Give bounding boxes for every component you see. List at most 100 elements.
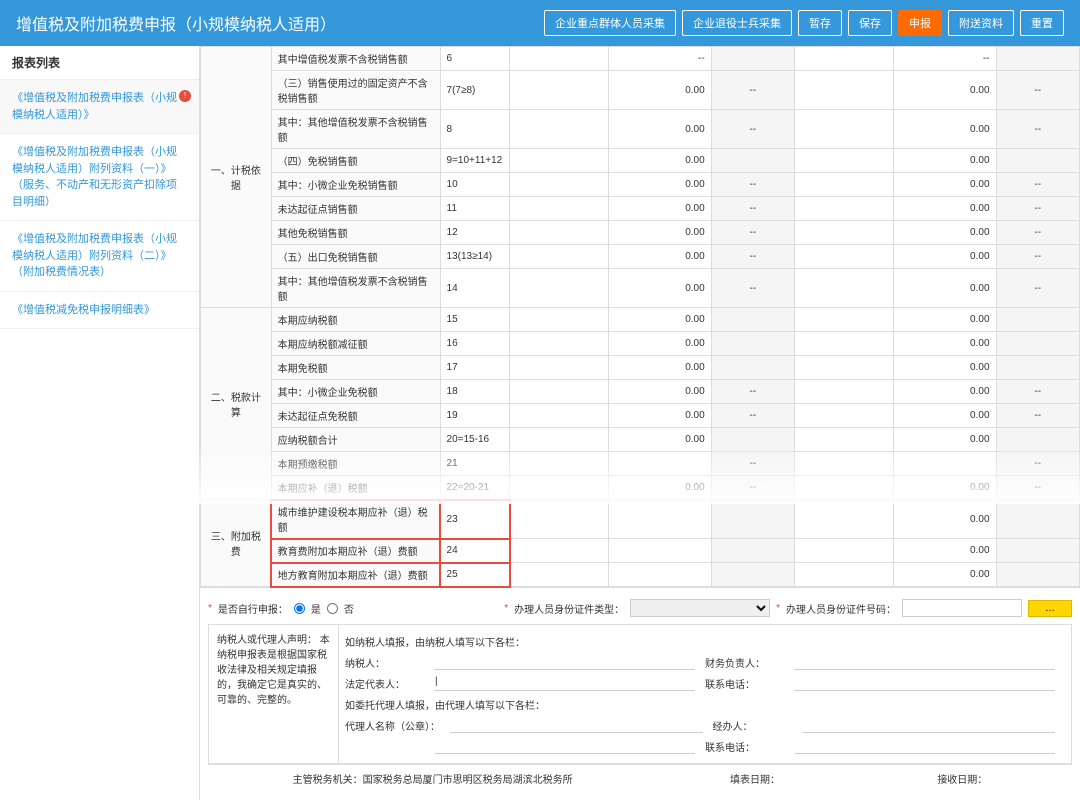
value-cell[interactable]: 0.00 [609, 110, 712, 149]
value-cell[interactable] [795, 428, 894, 452]
value-cell[interactable] [510, 500, 609, 539]
value-cell[interactable] [795, 173, 894, 197]
value-cell[interactable]: 0.00 [609, 404, 712, 428]
value-cell[interactable]: 0.00 [893, 149, 996, 173]
sidebar: 报表列表 《增值税及附加税费申报表（小规模纳税人适用）》! 《增值税及附加税费申… [0, 46, 200, 800]
value-cell[interactable] [795, 269, 894, 308]
value-cell[interactable] [510, 332, 609, 356]
value-cell[interactable]: 0.00 [609, 380, 712, 404]
value-cell[interactable] [795, 452, 894, 476]
radio-yes[interactable] [294, 603, 305, 614]
value-cell[interactable] [510, 269, 609, 308]
value-cell[interactable]: 0.00 [893, 356, 996, 380]
value-cell[interactable] [510, 221, 609, 245]
sidebar-item-att2[interactable]: 《增值税及附加税费申报表（小规模纳税人适用）附列资料（二）》（附加税费情况表） [0, 221, 199, 292]
value-cell[interactable]: 0.00 [893, 476, 996, 500]
value-cell[interactable]: 0.00 [609, 308, 712, 332]
value-cell[interactable] [795, 71, 894, 110]
value-cell[interactable] [795, 563, 894, 587]
value-cell[interactable]: 0.00 [893, 539, 996, 563]
value-cell[interactable] [795, 404, 894, 428]
value-cell[interactable] [510, 539, 609, 563]
value-cell[interactable]: 0.00 [609, 332, 712, 356]
value-cell[interactable] [510, 356, 609, 380]
value-cell[interactable]: 0.00 [893, 71, 996, 110]
value-cell[interactable]: 0.00 [609, 197, 712, 221]
value-cell[interactable] [795, 380, 894, 404]
value-cell[interactable] [510, 476, 609, 500]
value-cell[interactable] [795, 245, 894, 269]
value-cell[interactable]: 0.00 [609, 173, 712, 197]
value-cell[interactable] [609, 452, 712, 476]
value-cell[interactable] [795, 47, 894, 71]
dash-cell: -- [996, 197, 1079, 221]
value-cell[interactable]: 0.00 [609, 428, 712, 452]
value-cell[interactable]: 0.00 [893, 332, 996, 356]
value-cell[interactable]: 0.00 [609, 476, 712, 500]
btn-reset[interactable]: 重置 [1020, 10, 1064, 36]
btn-stash[interactable]: 暂存 [798, 10, 842, 36]
value-cell[interactable]: 0.00 [893, 404, 996, 428]
value-cell[interactable] [510, 47, 609, 71]
value-cell[interactable] [795, 110, 894, 149]
value-cell[interactable]: -- [609, 47, 712, 71]
value-cell[interactable]: 0.00 [893, 428, 996, 452]
value-cell[interactable]: 0.00 [893, 197, 996, 221]
value-cell[interactable]: -- [893, 47, 996, 71]
value-cell[interactable] [609, 500, 712, 539]
value-cell[interactable] [510, 197, 609, 221]
value-cell[interactable] [510, 308, 609, 332]
value-cell[interactable]: 0.00 [893, 308, 996, 332]
value-cell[interactable] [510, 71, 609, 110]
sidebar-item-att1[interactable]: 《增值税及附加税费申报表（小规模纳税人适用）附列资料（一）》（服务、不动产和无形… [0, 134, 199, 221]
value-cell[interactable] [609, 563, 712, 587]
value-cell[interactable]: 0.00 [893, 500, 996, 539]
value-cell[interactable]: 0.00 [609, 245, 712, 269]
value-cell[interactable] [609, 539, 712, 563]
lookup-button[interactable]: … [1028, 600, 1072, 617]
value-cell[interactable]: 0.00 [893, 173, 996, 197]
btn-group-collect[interactable]: 企业重点群体人员采集 [544, 10, 676, 36]
handler-type-select[interactable] [630, 599, 770, 617]
btn-save[interactable]: 保存 [848, 10, 892, 36]
value-cell[interactable] [795, 539, 894, 563]
value-cell[interactable] [893, 452, 996, 476]
value-cell[interactable] [795, 149, 894, 173]
btn-submit[interactable]: 申报 [898, 10, 942, 36]
value-cell[interactable] [795, 332, 894, 356]
value-cell[interactable] [510, 404, 609, 428]
value-cell[interactable] [510, 380, 609, 404]
value-cell[interactable]: 0.00 [893, 245, 996, 269]
value-cell[interactable] [795, 500, 894, 539]
value-cell[interactable]: 0.00 [893, 221, 996, 245]
value-cell[interactable]: 0.00 [609, 221, 712, 245]
value-cell[interactable]: 0.00 [609, 149, 712, 173]
value-cell[interactable] [510, 110, 609, 149]
value-cell[interactable] [510, 173, 609, 197]
sidebar-item-exempt[interactable]: 《增值税减免税申报明细表》 [0, 292, 199, 330]
value-cell[interactable] [795, 197, 894, 221]
value-cell[interactable]: 0.00 [609, 71, 712, 110]
value-cell[interactable]: 0.00 [893, 563, 996, 587]
value-cell[interactable] [510, 428, 609, 452]
handler-id-input[interactable] [902, 599, 1022, 617]
value-cell[interactable] [510, 149, 609, 173]
btn-veteran-collect[interactable]: 企业退役士兵采集 [682, 10, 792, 36]
value-cell[interactable] [510, 452, 609, 476]
dash-cell: -- [996, 71, 1079, 110]
value-cell[interactable] [795, 356, 894, 380]
value-cell[interactable]: 0.00 [893, 110, 996, 149]
value-cell[interactable] [795, 308, 894, 332]
value-cell[interactable]: 0.00 [893, 380, 996, 404]
row-label: 本期预缴税额 [271, 452, 440, 476]
sidebar-item-main-form[interactable]: 《增值税及附加税费申报表（小规模纳税人适用）》! [0, 80, 199, 134]
radio-no[interactable] [327, 603, 338, 614]
value-cell[interactable]: 0.00 [609, 356, 712, 380]
value-cell[interactable] [510, 563, 609, 587]
btn-attachments[interactable]: 附送资料 [948, 10, 1014, 36]
value-cell[interactable] [795, 476, 894, 500]
value-cell[interactable] [795, 221, 894, 245]
value-cell[interactable]: 0.00 [609, 269, 712, 308]
value-cell[interactable]: 0.00 [893, 269, 996, 308]
value-cell[interactable] [510, 245, 609, 269]
